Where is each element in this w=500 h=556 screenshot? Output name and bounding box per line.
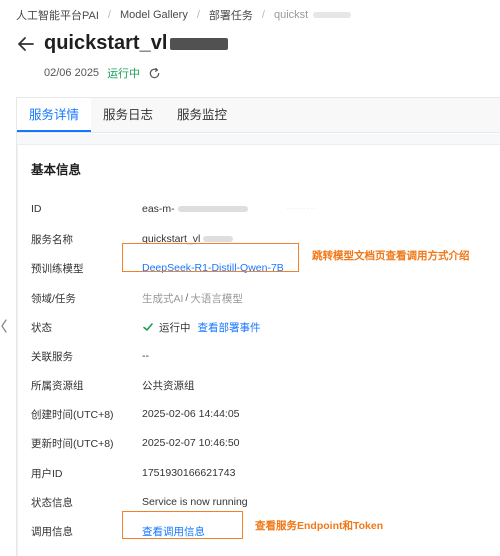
info-value: eas-m- <box>142 203 248 215</box>
info-label: ID <box>31 203 42 215</box>
basic-info-card: 基本信息 ……… ID eas-m- 服务名称 quickstart_vl 预训… <box>17 144 500 556</box>
invocation-highlight-box <box>122 511 243 539</box>
related-service-value: -- <box>142 350 149 362</box>
breadcrumb-item-pai[interactable]: 人工智能平台PAI <box>16 7 99 23</box>
tab-service-details[interactable]: 服务详情 <box>17 98 92 132</box>
tab-service-logs[interactable]: 服务日志 <box>91 98 165 132</box>
model-highlight-box <box>122 243 299 272</box>
domain-separator: / <box>185 292 189 304</box>
info-row-user-id: 用户ID 1751930166621743 <box>31 463 235 483</box>
service-id: eas-m- <box>142 203 175 215</box>
service-panel: 服务详情 服务日志 服务监控 基本信息 ……… ID eas-m- 服务名称 q… <box>16 97 500 556</box>
redacted-text <box>170 37 229 50</box>
model-annotation: 跳转模型文档页查看调用方式介绍 <box>312 250 470 262</box>
refresh-icon[interactable] <box>148 67 161 80</box>
info-label: 状态信息 <box>31 496 73 509</box>
info-label: 用户ID <box>31 467 63 480</box>
breadcrumb-separator: / <box>196 9 200 21</box>
service-date: 02/06 2025 <box>44 67 100 79</box>
task-value: 大语言模型 <box>190 292 243 305</box>
info-label: 领域/任务 <box>31 292 76 305</box>
info-row-related-service: 关联服务 -- <box>31 346 149 366</box>
back-arrow-icon[interactable] <box>16 34 36 54</box>
view-deploy-events-link[interactable]: 查看部署事件 <box>198 320 261 335</box>
breadcrumb-item-deploy-tasks[interactable]: 部署任务 <box>209 7 253 23</box>
info-label: 状态 <box>31 321 52 334</box>
info-row-domain-task: 领域/任务 生成式AI / 大语言模型 <box>31 288 243 308</box>
info-label: 创建时间(UTC+8) <box>31 408 114 421</box>
updated-time-value: 2025-02-07 10:46:50 <box>142 437 240 449</box>
info-label: 更新时间(UTC+8) <box>31 437 114 450</box>
created-time-value: 2025-02-06 14:44:05 <box>142 408 240 420</box>
page-title-text: quickstart_vl <box>44 32 168 54</box>
status-badge: 运行中 <box>107 68 141 80</box>
info-row-updated-time: 更新时间(UTC+8) 2025-02-07 10:46:50 <box>31 433 240 453</box>
status-text: 运行中 <box>159 321 191 334</box>
breadcrumb-separator: / <box>261 9 265 21</box>
redacted-text <box>177 206 248 212</box>
page-title: quickstart_vl <box>44 32 229 55</box>
tab-content: 基本信息 ……… ID eas-m- 服务名称 quickstart_vl 预训… <box>17 134 500 556</box>
user-id-value: 1751930166621743 <box>142 467 236 479</box>
info-row-created-time: 创建时间(UTC+8) 2025-02-06 14:44:05 <box>31 404 240 424</box>
service-meta: 02/06 2025 运行中 <box>44 65 161 81</box>
tab-bar: 服务详情 服务日志 服务监控 <box>17 98 500 133</box>
check-icon <box>143 323 153 331</box>
info-label: 所属资源组 <box>31 379 84 392</box>
info-row-resource-group: 所属资源组 公共资源组 <box>31 375 195 395</box>
tab-service-monitoring[interactable]: 服务监控 <box>165 98 239 132</box>
chevron-left-icon[interactable] <box>0 317 8 335</box>
info-value: 运行中 查看部署事件 <box>142 320 261 335</box>
domain-value: 生成式AI <box>142 292 184 305</box>
resource-group-value: 公共资源组 <box>142 379 195 392</box>
redacted-text <box>203 236 234 242</box>
watermark: ……… <box>286 201 316 212</box>
info-row-status: 状态 运行中 查看部署事件 <box>31 317 261 337</box>
info-row-id: ID eas-m- <box>31 199 248 219</box>
info-value: 生成式AI / 大语言模型 <box>142 291 243 306</box>
info-row-status-message: 状态信息 Service is now running <box>31 492 248 512</box>
breadcrumb-item-current: quickst <box>273 9 309 21</box>
breadcrumb-separator: / <box>107 9 111 21</box>
info-label: 关联服务 <box>31 350 73 363</box>
basic-info-title: 基本信息 <box>31 163 82 177</box>
breadcrumb-item-model-gallery[interactable]: Model Gallery <box>120 9 188 21</box>
breadcrumb: 人工智能平台PAI / Model Gallery / 部署任务 / quick… <box>16 7 352 23</box>
status-message-value: Service is now running <box>142 496 248 508</box>
invocation-annotation: 查看服务Endpoint和Token <box>255 520 384 532</box>
redacted-text <box>313 12 352 18</box>
